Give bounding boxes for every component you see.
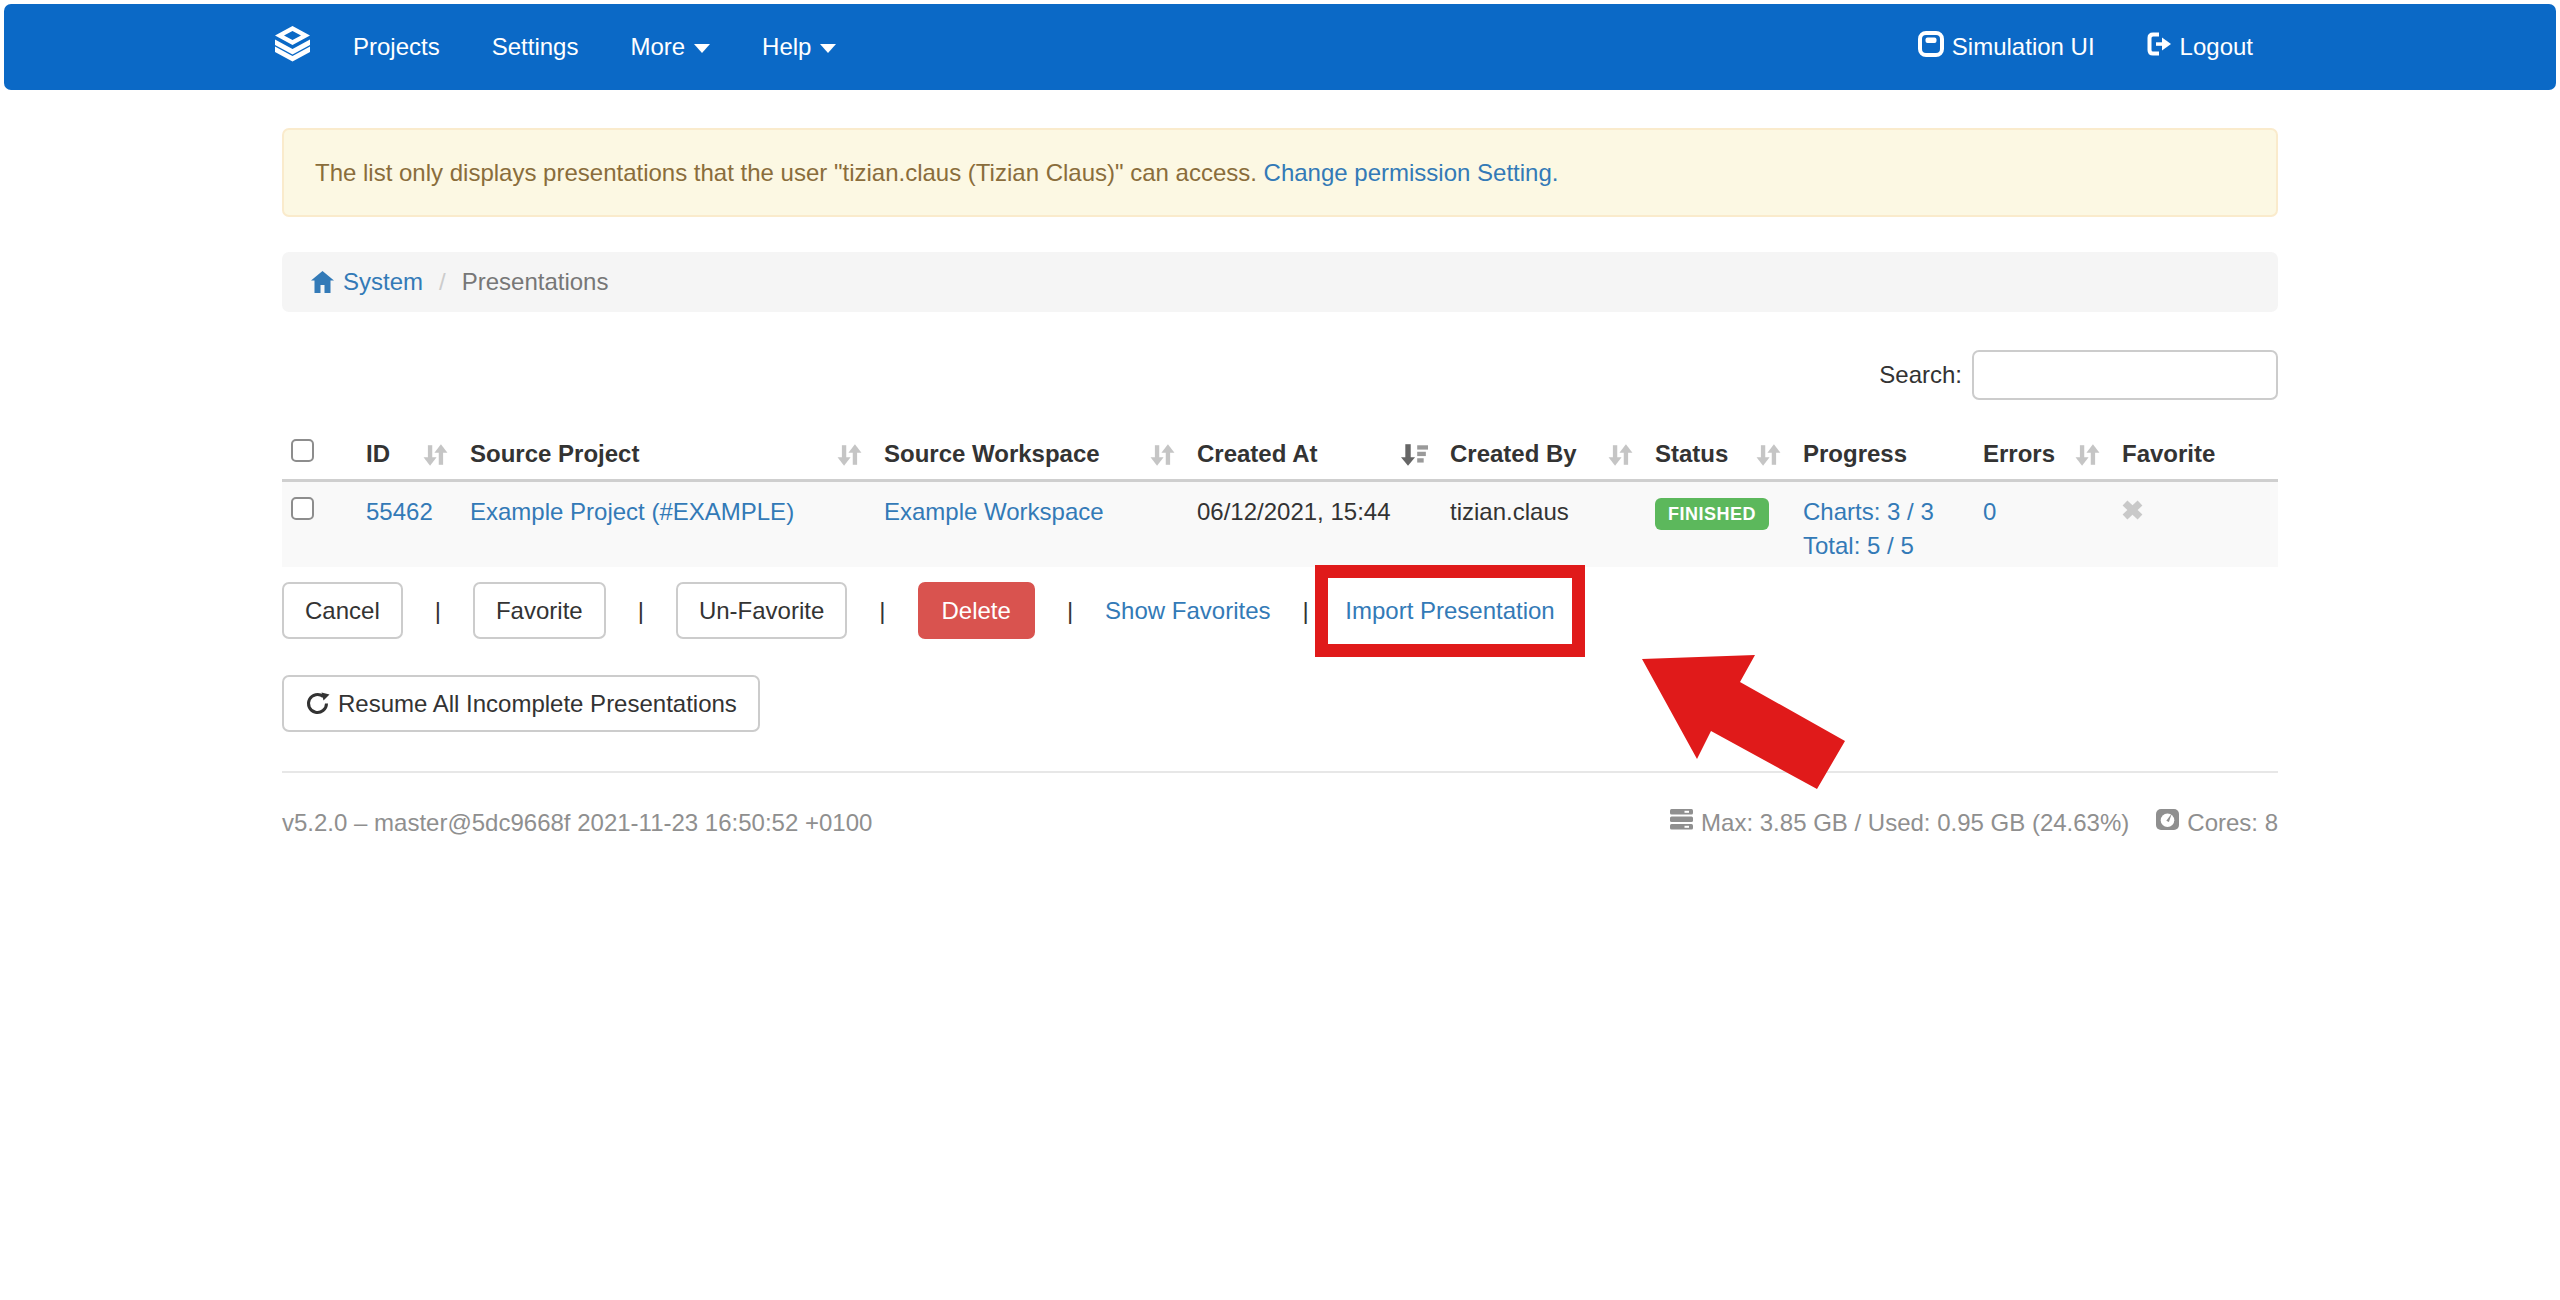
sort-icon: [1756, 442, 1781, 476]
status-badge: FINISHED: [1655, 498, 1769, 530]
column-header-progress[interactable]: Progress: [1789, 430, 1969, 481]
column-header-created-by[interactable]: Created By: [1436, 430, 1641, 481]
column-header-favorite: Favorite: [2108, 430, 2278, 481]
row-source-project-link[interactable]: Example Project (#EXAMPLE): [470, 498, 794, 525]
separator: |: [1067, 597, 1073, 625]
breadcrumb-separator: /: [439, 265, 446, 299]
column-header-created-at[interactable]: Created At: [1183, 430, 1436, 481]
cores-gauge-icon: [2156, 806, 2179, 840]
table-header-row: ID Source Project Source Workspace Creat…: [282, 430, 2278, 481]
row-checkbox[interactable]: [291, 497, 314, 520]
memory-icon: [1670, 806, 1693, 840]
breadcrumb-current: Presentations: [462, 265, 609, 299]
home-icon: [311, 271, 334, 293]
column-header-source-project[interactable]: Source Project: [456, 430, 870, 481]
presentations-table: ID Source Project Source Workspace Creat…: [282, 430, 2278, 567]
separator: |: [435, 597, 441, 625]
alert-text: The list only displays presentations tha…: [315, 159, 1264, 186]
permission-alert: The list only displays presentations tha…: [282, 128, 2278, 217]
separator: |: [879, 597, 885, 625]
column-header-source-workspace[interactable]: Source Workspace: [870, 430, 1183, 481]
footer: v5.2.0 – master@5dc9668f 2021-11-23 16:5…: [282, 806, 2278, 840]
refresh-icon: [305, 691, 330, 716]
actions-row: Cancel | Favorite | Un-Favorite | Delete…: [282, 582, 2278, 639]
favorite-button[interactable]: Favorite: [473, 582, 606, 639]
row-source-workspace-link[interactable]: Example Workspace: [884, 498, 1104, 525]
row-errors-link[interactable]: 0: [1983, 498, 1996, 525]
show-favorites-link[interactable]: Show Favorites: [1105, 597, 1270, 625]
sort-icon: [837, 442, 862, 476]
delete-button[interactable]: Delete: [918, 582, 1035, 639]
memory-text: Max: 3.85 GB / Used: 0.95 GB (24.63%): [1701, 806, 2129, 840]
divider: [282, 771, 2278, 773]
column-header-errors[interactable]: Errors: [1969, 430, 2108, 481]
sort-icon: [1150, 442, 1175, 476]
search-label: Search:: [1879, 361, 1962, 389]
version-text: v5.2.0 – master@5dc9668f 2021-11-23 16:5…: [282, 806, 872, 840]
progress-charts-link[interactable]: Charts: 3 / 3: [1803, 498, 1934, 525]
sort-icon: [2075, 442, 2100, 476]
sort-icon: [423, 442, 448, 476]
separator: |: [638, 597, 644, 625]
cores-text: Cores: 8: [2187, 806, 2278, 840]
resume-all-button[interactable]: Resume All Incomplete Presentations: [282, 675, 760, 732]
sort-desc-icon: [1401, 442, 1428, 476]
sort-icon: [1608, 442, 1633, 476]
table-row: 55462 Example Project (#EXAMPLE) Example…: [282, 481, 2278, 568]
favorite-x-icon[interactable]: [2122, 498, 2143, 525]
column-header-status[interactable]: Status: [1641, 430, 1789, 481]
column-header-id[interactable]: ID: [352, 430, 456, 481]
progress-total-link[interactable]: Total: 5 / 5: [1803, 532, 1914, 559]
import-presentation-link[interactable]: Import Presentation: [1345, 597, 1554, 625]
search-input[interactable]: [1972, 350, 2278, 400]
row-created-at: 06/12/2021, 15:44: [1197, 498, 1391, 525]
annotation-highlight-box: Import Presentation: [1315, 565, 1585, 657]
unfavorite-button[interactable]: Un-Favorite: [676, 582, 847, 639]
breadcrumb: System / Presentations: [282, 252, 2278, 312]
select-all-checkbox[interactable]: [291, 439, 314, 462]
change-permission-link[interactable]: Change permission Setting.: [1264, 159, 1559, 186]
cancel-button[interactable]: Cancel: [282, 582, 403, 639]
breadcrumb-system-link[interactable]: System: [343, 265, 423, 299]
separator: |: [1303, 597, 1309, 625]
row-id-link[interactable]: 55462: [366, 498, 433, 525]
row-created-by: tizian.claus: [1450, 498, 1569, 525]
